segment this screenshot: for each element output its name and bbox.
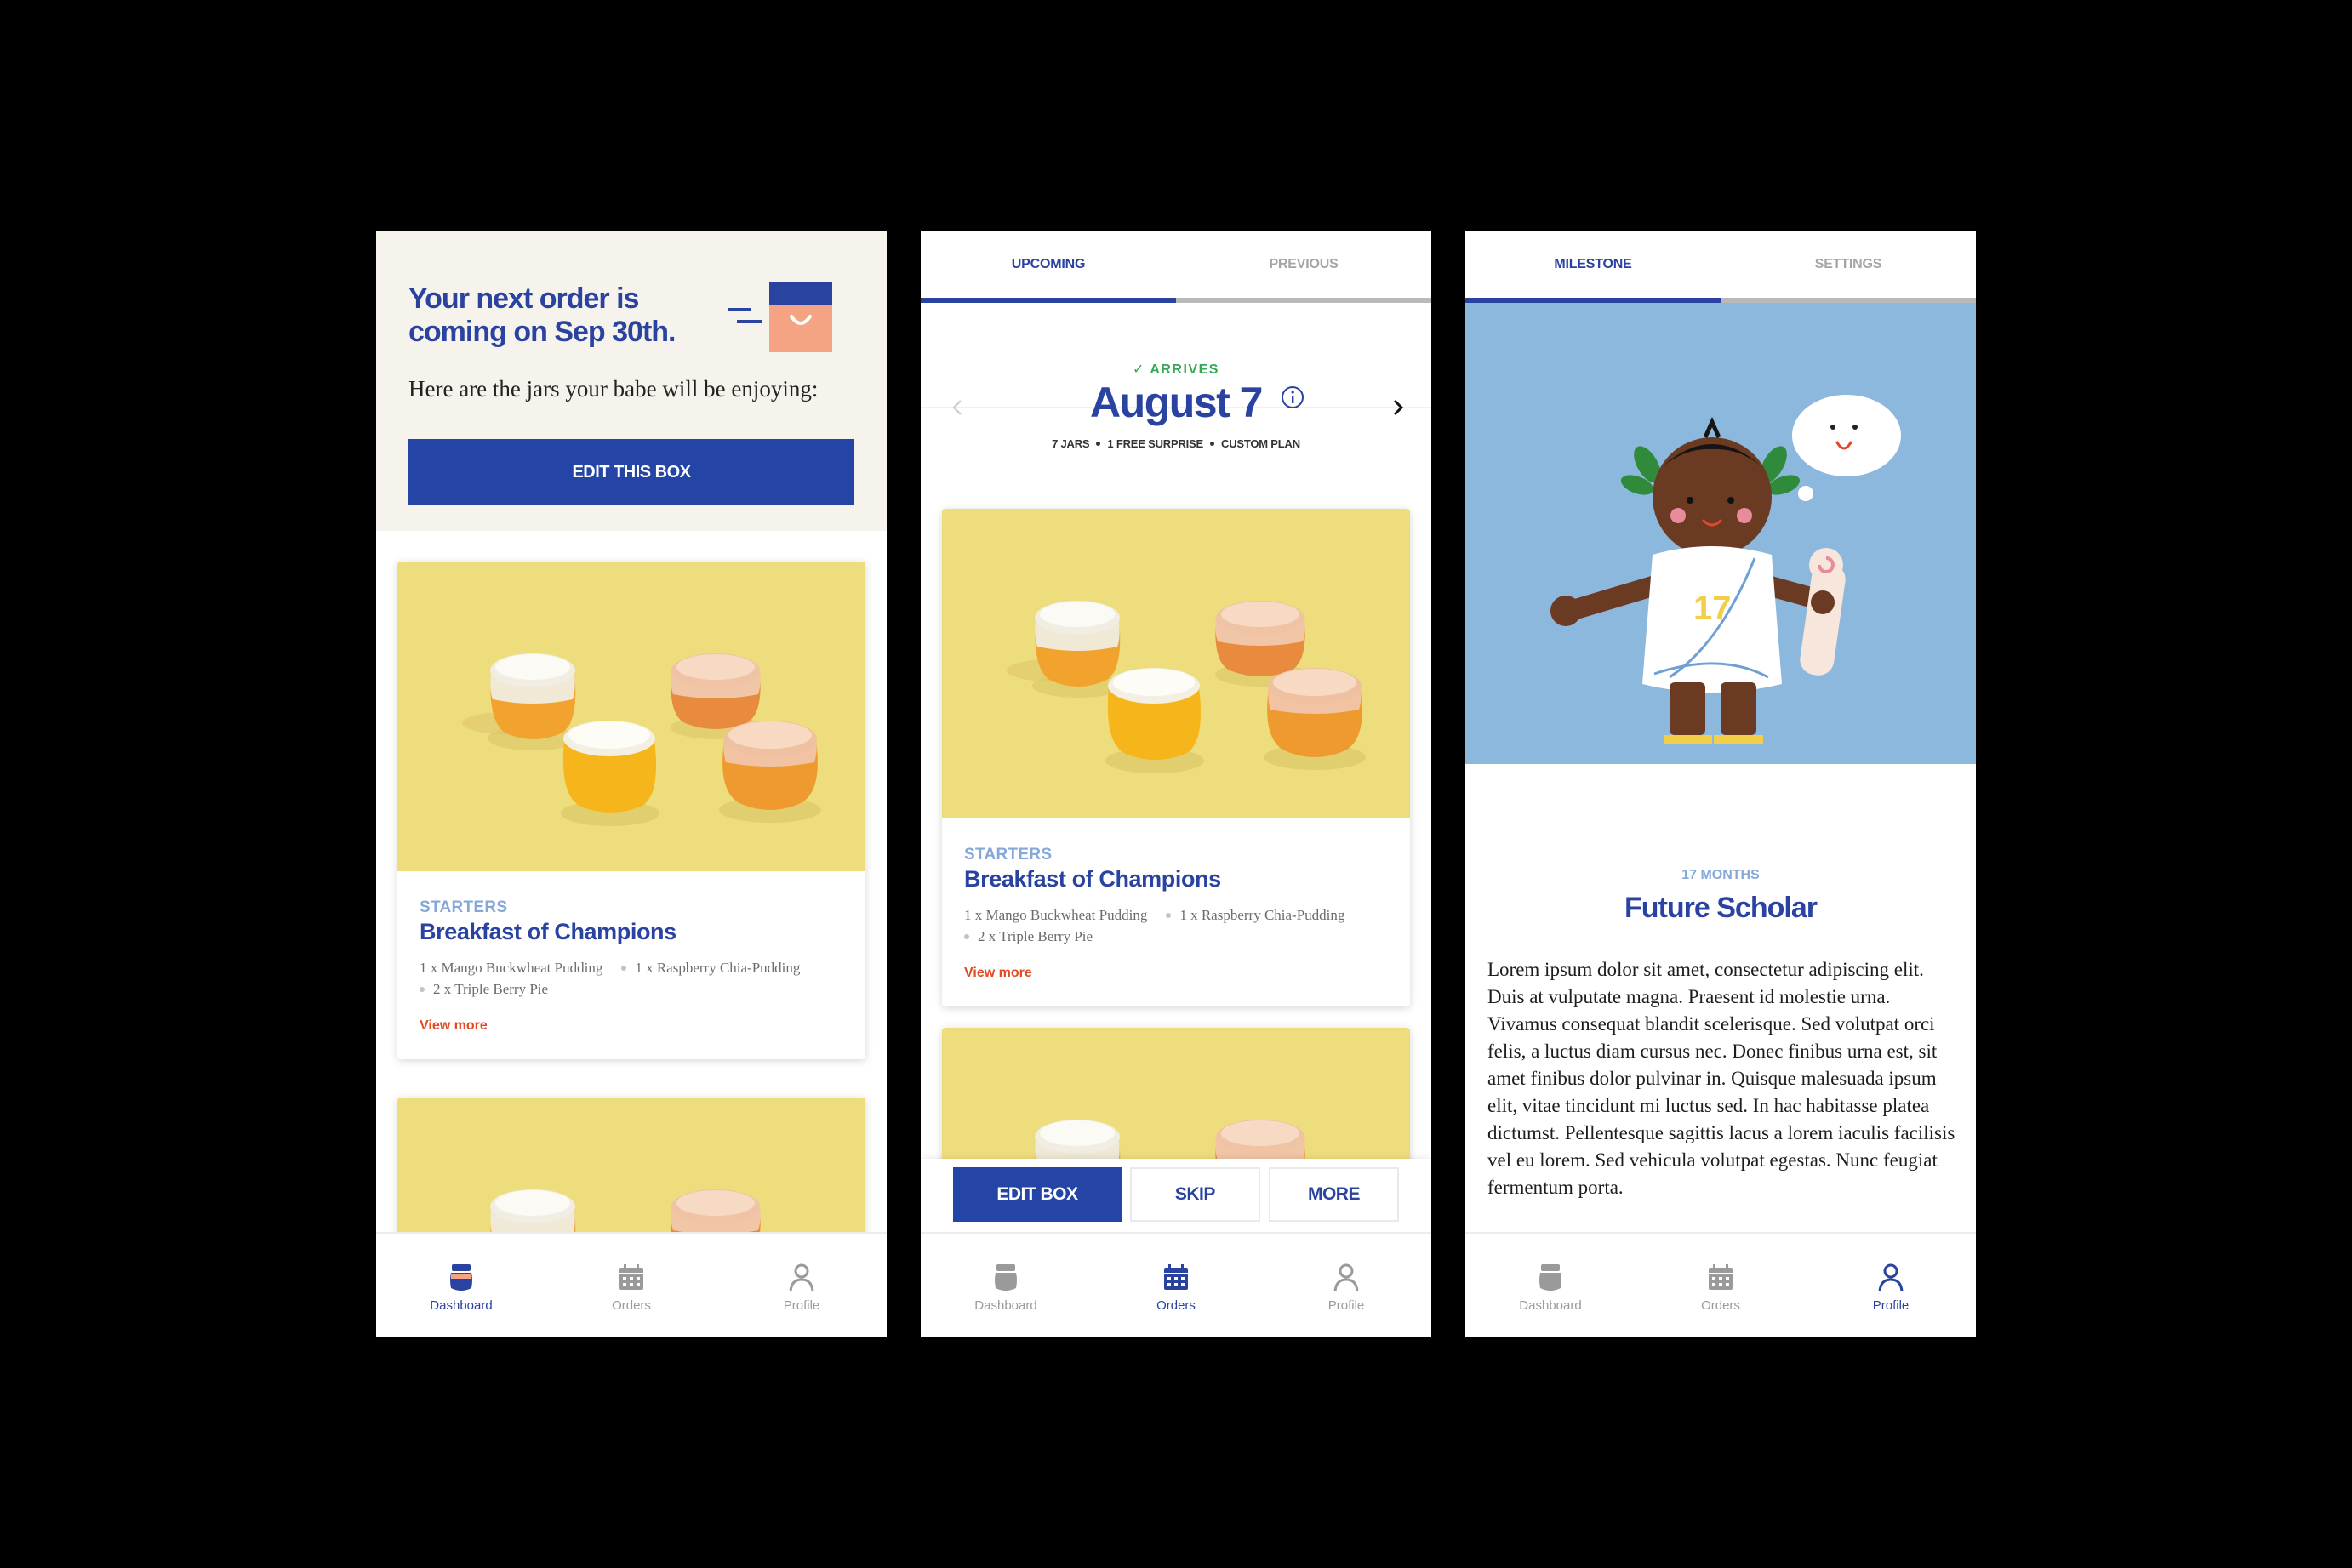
- dashboard-screen: Your next order is coming on Sep 30th. H…: [376, 231, 887, 1337]
- bottom-nav: Dashboard Orders Profile: [1465, 1232, 1976, 1337]
- person-icon: [1333, 1263, 1359, 1292]
- chevron-left-icon[interactable]: [950, 398, 965, 417]
- nav-dashboard[interactable]: Dashboard: [921, 1234, 1091, 1337]
- meal-title: Breakfast of Champions: [964, 866, 1221, 892]
- person-icon: [789, 1263, 814, 1292]
- ingredient-item: 1 x Raspberry Chia-Pudding: [621, 957, 800, 978]
- scholar-kid-illustration: 17: [1550, 395, 1901, 744]
- nav-orders[interactable]: Orders: [1091, 1234, 1261, 1337]
- nav-dashboard[interactable]: Dashboard: [1465, 1234, 1636, 1337]
- profile-screen: MILESTONE SETTINGS 17 17 MONTHS Future S…: [1465, 231, 1976, 1337]
- tab-settings[interactable]: SETTINGS: [1721, 231, 1976, 303]
- person-icon: [1878, 1263, 1904, 1292]
- meal-category: STARTERS: [964, 846, 1053, 864]
- edit-box-button[interactable]: EDIT THIS BOX: [408, 439, 854, 505]
- calendar-icon: [1709, 1264, 1733, 1290]
- order-action-bar: EDIT BOX SKIP MORE: [921, 1159, 1431, 1232]
- ingredient-item: 2 x Triple Berry Pie: [964, 926, 1093, 947]
- nav-profile[interactable]: Profile: [716, 1234, 887, 1337]
- milestone-description: Lorem ipsum dolor sit amet, consectetur …: [1487, 959, 1955, 1198]
- nav-orders[interactable]: Orders: [1636, 1234, 1806, 1337]
- view-more-link[interactable]: View more: [420, 1018, 843, 1034]
- next-order-hero: Your next order is coming on Sep 30th. H…: [376, 231, 887, 531]
- bottom-nav: Dashboard Orders Profile: [376, 1232, 887, 1337]
- delivery-header: ✓ ARRIVES August 7 7 JARS 1 FREE SURPRISE…: [921, 231, 1431, 450]
- meal-title: Breakfast of Champions: [420, 919, 676, 944]
- meal-photo: [942, 509, 1410, 818]
- view-more-link[interactable]: View more: [964, 966, 1388, 981]
- skip-button[interactable]: SKIP: [1129, 1167, 1260, 1222]
- nav-dashboard[interactable]: Dashboard: [376, 1234, 546, 1337]
- meal-category: STARTERS: [420, 898, 508, 916]
- chevron-right-icon[interactable]: [1390, 398, 1406, 417]
- jar-icon: [450, 1264, 472, 1291]
- ingredient-list: 1 x Mango Buckwheat Pudding 1 x Raspberr…: [420, 957, 843, 1000]
- profile-tabs: MILESTONE SETTINGS: [1465, 231, 1976, 303]
- plan-summary: 7 JARS 1 FREE SURPRISE CUSTOM PLAN: [1052, 437, 1300, 450]
- milestone-title: Future Scholar: [1624, 892, 1818, 924]
- ingredient-item: 1 x Raspberry Chia-Pudding: [1166, 904, 1344, 926]
- check-icon: ✓: [1133, 362, 1145, 377]
- meal-photo: [397, 562, 865, 871]
- page-title: Your next order is coming on Sep 30th.: [408, 282, 676, 348]
- shirt-number: 17: [1693, 590, 1732, 627]
- ingredient-item: 1 x Mango Buckwheat Pudding: [420, 960, 603, 976]
- ingredient-item: 2 x Triple Berry Pie: [420, 978, 548, 1000]
- bottom-nav: Dashboard Orders Profile: [921, 1232, 1431, 1337]
- ingredient-item: 1 x Mango Buckwheat Pudding: [964, 907, 1148, 923]
- subtitle: Here are the jars your babe will be enjo…: [408, 376, 819, 402]
- nav-orders[interactable]: Orders: [546, 1234, 716, 1337]
- ingredient-list: 1 x Mango Buckwheat Pudding 1 x Raspberr…: [964, 904, 1388, 947]
- milestone-age: 17 MONTHS: [1681, 868, 1760, 882]
- milestone-illustration: 17: [1465, 303, 1976, 764]
- jar-icon: [1539, 1264, 1561, 1291]
- nav-profile[interactable]: Profile: [1806, 1234, 1976, 1337]
- delivery-date: August 7: [1090, 379, 1263, 426]
- shopping-bag-icon: [728, 282, 832, 352]
- tab-milestone[interactable]: MILESTONE: [1465, 231, 1721, 303]
- more-button[interactable]: MORE: [1268, 1167, 1399, 1222]
- calendar-icon: [1164, 1264, 1188, 1290]
- meal-card[interactable]: STARTERS Breakfast of Champions 1 x Mang…: [397, 562, 865, 1059]
- calendar-icon: [619, 1264, 643, 1290]
- nav-profile[interactable]: Profile: [1261, 1234, 1431, 1337]
- info-icon[interactable]: [1280, 385, 1305, 410]
- jar-icon: [995, 1264, 1017, 1291]
- arrives-label: ✓ ARRIVES: [1133, 362, 1219, 377]
- meal-card[interactable]: STARTERS Breakfast of Champions 1 x Mang…: [942, 509, 1410, 1006]
- orders-screen: UPCOMING PREVIOUS ✓ ARRIVES August 7 7 J…: [921, 231, 1431, 1337]
- edit-box-button[interactable]: EDIT BOX: [953, 1167, 1122, 1222]
